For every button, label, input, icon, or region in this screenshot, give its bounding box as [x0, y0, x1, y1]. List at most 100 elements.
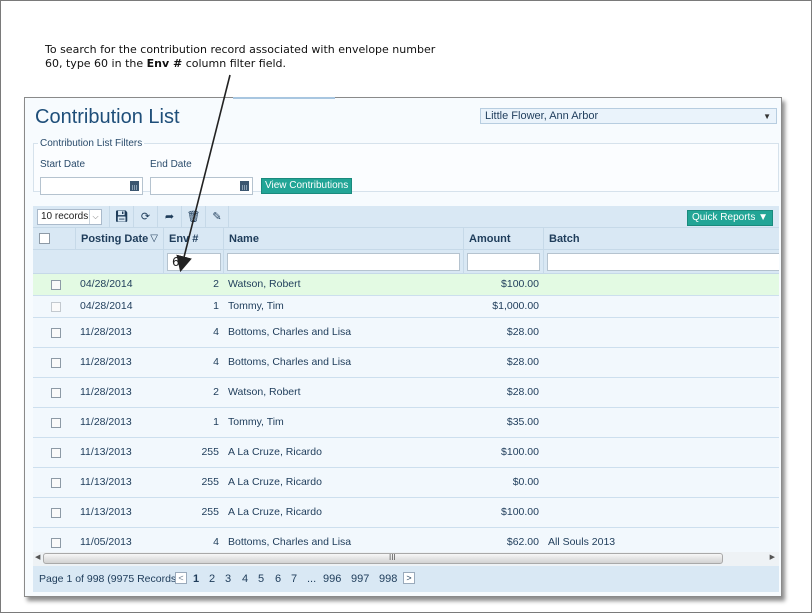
callout-line-1: To search for the contribution record as… [45, 43, 436, 56]
column-header-batch[interactable]: Batch [543, 228, 779, 250]
column-header-posting-date[interactable]: Posting Date ▽ [75, 228, 163, 250]
next-page-button[interactable]: > [403, 572, 415, 584]
page-link[interactable]: 997 [351, 573, 369, 585]
trash-icon: 🗑︎ [186, 211, 201, 223]
row-checkbox[interactable] [51, 538, 61, 548]
horizontal-scrollbar[interactable]: ◀ III ▶ [33, 552, 779, 566]
batch-filter-cell [543, 250, 779, 274]
cell-env: 4 [213, 356, 219, 368]
forward-button[interactable]: ➦ [157, 206, 181, 228]
cell-amount: $100.00 [501, 506, 539, 518]
cell-env: 255 [201, 476, 219, 488]
page-link[interactable]: 6 [275, 573, 281, 585]
parish-select[interactable]: Little Flower, Ann Arbor ▼ [480, 108, 777, 124]
save-icon: 💾︎ [114, 211, 129, 223]
start-date-input[interactable] [40, 177, 143, 195]
cell-amount: $35.00 [506, 416, 539, 428]
posting-date-label: Posting Date [81, 233, 149, 245]
cell-amount: $1,000.00 [492, 300, 539, 312]
quick-reports-button[interactable]: Quick Reports ▼ [686, 210, 773, 226]
table-row[interactable]: 11/13/2013 255 A La Cruze, Ricardo $100.00 [33, 498, 779, 528]
refresh-button[interactable]: ⟳ [133, 206, 157, 228]
page-link[interactable]: 7 [291, 573, 297, 585]
row-checkbox[interactable] [51, 280, 61, 290]
column-header-row: Posting Date ▽ Env # Name Amount Batch [33, 228, 779, 250]
amount-filter-input[interactable] [467, 253, 540, 271]
page-size-select[interactable]: 10 records ⌵ [37, 209, 102, 225]
row-checkbox[interactable] [51, 448, 61, 458]
column-header-amount[interactable]: Amount [463, 228, 543, 250]
page-title: Contribution List [35, 106, 180, 128]
refresh-icon: ⟳ [140, 211, 151, 223]
end-date-input[interactable] [150, 177, 253, 195]
page-size-value: 10 records [41, 211, 89, 222]
scroll-right-icon[interactable]: ▶ [770, 553, 775, 561]
forward-icon: ➦ [164, 211, 175, 223]
cell-name: A La Cruze, Ricardo [228, 476, 322, 488]
page-link[interactable]: 998 [379, 573, 397, 585]
cell-posting-date: 11/28/2013 [80, 386, 132, 398]
page-link[interactable]: 4 [242, 573, 248, 585]
filter-icon[interactable]: ▽ [150, 228, 158, 250]
cell-name: Bottoms, Charles and Lisa [228, 536, 352, 548]
cell-amount: $100.00 [501, 278, 539, 290]
cell-posting-date: 04/28/2014 [80, 300, 133, 312]
cell-amount: $28.00 [506, 356, 539, 368]
cell-amount: $28.00 [506, 326, 539, 338]
column-header-env[interactable]: Env # [163, 228, 223, 250]
grid-toolbar: 10 records ⌵ 💾︎ ⟳ ➦ 🗑︎ ✎ Quick Reports ▼ [33, 206, 779, 228]
column-header-name[interactable]: Name [223, 228, 463, 250]
row-checkbox[interactable] [51, 478, 61, 488]
batch-filter-input[interactable] [547, 253, 779, 271]
callout-line-2: 60, type 60 in the Env # column filter f… [45, 57, 287, 70]
scrollbar-thumb[interactable]: III [43, 553, 723, 564]
amount-filter-cell [463, 250, 543, 274]
env-filter-input[interactable] [167, 253, 221, 271]
table-row[interactable]: 11/13/2013 255 A La Cruze, Ricardo $100.00 [33, 438, 779, 468]
row-checkbox[interactable] [51, 508, 61, 518]
cell-name: Bottoms, Charles and Lisa [228, 356, 352, 368]
page-link[interactable]: 3 [225, 573, 231, 585]
calendar-icon[interactable] [130, 181, 139, 191]
table-row[interactable]: 11/28/2013 4 Bottoms, Charles and Lisa $28.… [33, 318, 779, 348]
table-row[interactable]: 04/28/2014 2 Watson, Robert $100.00 [33, 274, 779, 296]
row-checkbox[interactable] [51, 302, 61, 312]
edit-button[interactable]: ✎ [205, 206, 229, 228]
cell-batch: All Souls 2013 [548, 536, 616, 548]
page-link[interactable]: 2 [209, 573, 215, 585]
table-row[interactable]: 11/13/2013 255 A La Cruze, Ricardo $0.00 [33, 468, 779, 498]
view-contributions-button[interactable]: View Contributions [261, 178, 353, 194]
save-button[interactable]: 💾︎ [109, 206, 133, 228]
table-row[interactable]: 11/28/2013 2 Watson, Robert $28.00 [33, 378, 779, 408]
tab-accent [233, 97, 335, 99]
page-link[interactable]: 996 [323, 573, 341, 585]
row-checkbox[interactable] [51, 328, 61, 338]
table-row[interactable]: 11/28/2013 1 Tommy, Tim $35.00 [33, 408, 779, 438]
row-checkbox[interactable] [51, 388, 61, 398]
select-all-checkbox[interactable] [39, 233, 50, 244]
cell-name: A La Cruze, Ricardo [228, 506, 322, 518]
table-row[interactable]: 11/28/2013 4 Bottoms, Charles and Lisa $28.… [33, 348, 779, 378]
name-filter-input[interactable] [227, 253, 460, 271]
row-checkbox[interactable] [51, 358, 61, 368]
cell-amount: $0.00 [512, 476, 539, 488]
pencil-icon: ✎ [212, 211, 222, 223]
cell-name: Watson, Robert [228, 278, 301, 290]
cell-amount: $28.00 [506, 386, 539, 398]
contributions-grid: 10 records ⌵ 💾︎ ⟳ ➦ 🗑︎ ✎ Quick Reports ▼… [33, 206, 779, 592]
cell-posting-date: 11/28/2013 [80, 356, 132, 368]
cell-posting-date: 04/28/2014 [80, 278, 133, 290]
cell-env: 4 [213, 536, 219, 548]
cell-name: A La Cruze, Ricardo [228, 446, 322, 458]
delete-button[interactable]: 🗑︎ [181, 206, 205, 228]
cell-env: 255 [201, 506, 219, 518]
cell-name: Tommy, Tim [228, 416, 284, 428]
table-row[interactable]: 04/28/2014 1 Tommy, Tim $1,000.00 [33, 296, 779, 318]
prev-page-button[interactable]: < [175, 572, 187, 584]
page-link[interactable]: 1 [193, 573, 199, 585]
cell-env: 255 [201, 446, 219, 458]
scroll-left-icon[interactable]: ◀ [35, 553, 40, 561]
calendar-icon[interactable] [240, 181, 249, 191]
page-link[interactable]: 5 [258, 573, 264, 585]
row-checkbox[interactable] [51, 418, 61, 428]
